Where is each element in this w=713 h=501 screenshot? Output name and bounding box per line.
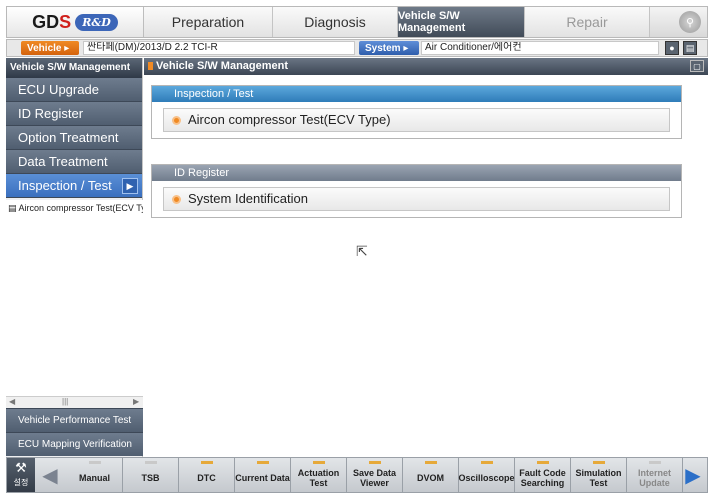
title-marker-icon — [148, 62, 153, 70]
top-navigation-bar: GDS R&D Preparation Diagnosis Vehicle S/… — [6, 6, 708, 38]
sidebar-item-inspection-test[interactable]: Inspection / Test ▶ — [6, 174, 142, 198]
simulation-test-button[interactable]: Simulation Test — [571, 458, 627, 492]
scroll-left-toolbar-icon[interactable]: ◀ — [36, 458, 64, 492]
fault-code-searching-button[interactable]: Fault Code Searching — [515, 458, 571, 492]
sidebar-item-option-treatment[interactable]: Option Treatment — [6, 126, 142, 150]
window-icon[interactable]: ▢ — [690, 60, 704, 72]
horizontal-scrollbar[interactable]: ◀ ||| ▶ — [6, 396, 143, 408]
settings-label: 설정 — [13, 478, 29, 487]
tool-label: Manual — [78, 473, 110, 483]
tool-label: Oscilloscope — [458, 473, 515, 483]
sidebar-footer-label: ECU Mapping Verification — [18, 439, 132, 450]
actuation-test-button[interactable]: Actuation Test — [291, 458, 347, 492]
tsb-button[interactable]: TSB — [123, 458, 179, 492]
vehicle-system-bar: Vehicle ▸ 싼타페(DM)/2013/D 2.2 TCI-R Syste… — [6, 39, 708, 57]
tool-label: Simulation Test — [575, 468, 622, 488]
bottom-toolbar: ⚒ 설정 ◀ Manual TSB DTC Current Data Actua… — [6, 457, 708, 493]
vehicle-button[interactable]: Vehicle ▸ — [21, 41, 79, 55]
sidebar-item-label: Data Treatment — [18, 154, 108, 169]
tool-label: Current Data — [235, 473, 290, 483]
tab-preparation[interactable]: Preparation — [144, 7, 273, 37]
chevron-right-icon: ▶ — [122, 178, 138, 194]
system-identification-button[interactable]: System Identification — [163, 187, 670, 211]
vehicle-field: 싼타페(DM)/2013/D 2.2 TCI-R — [83, 41, 355, 55]
tool-label: Fault Code Searching — [519, 468, 566, 488]
id-register-panel: ID Register System Identification — [151, 164, 682, 218]
main-content: Vehicle S/W Management ▢ Inspection / Te… — [144, 58, 708, 457]
dtc-button[interactable]: DTC — [179, 458, 235, 492]
sidebar-item-vehicle-performance-test[interactable]: Vehicle Performance Test — [6, 408, 143, 432]
sidebar-item-data-treatment[interactable]: Data Treatment — [6, 150, 142, 174]
tree-item[interactable]: ▤ Aircon compressor Test(ECV Type) — [6, 200, 143, 217]
logo-text: GDS — [32, 11, 72, 32]
system-button-label: System — [365, 42, 401, 54]
sidebar-item-label: Option Treatment — [18, 130, 119, 145]
dvom-button[interactable]: DVOM — [403, 458, 459, 492]
scroll-right-icon[interactable]: ▶ — [133, 397, 139, 406]
tool-label: TSB — [141, 473, 160, 483]
mouse-cursor-icon: ⇱ — [356, 243, 368, 259]
sidebar-tree: ▤ Aircon compressor Test(ECV Type) — [6, 200, 143, 396]
tab-repair[interactable]: Repair — [525, 7, 650, 37]
tool-label: Internet Update — [637, 468, 671, 488]
sidebar: Vehicle S/W Management ECU Upgrade ID Re… — [6, 58, 143, 457]
search-icon[interactable]: ⚲ — [679, 11, 701, 33]
tree-item-label: Aircon compressor Test(ECV Type) — [18, 203, 143, 213]
system-field: Air Conditioner/에어컨 — [421, 41, 659, 55]
button-label: System Identification — [188, 191, 308, 206]
sidebar-footer-label: Vehicle Performance Test — [18, 415, 132, 426]
tab-diagnosis[interactable]: Diagnosis — [273, 7, 398, 37]
bullet-icon — [172, 195, 181, 204]
toolbar-tools: Manual TSB DTC Current Data Actuation Te… — [67, 458, 683, 492]
sidebar-item-label: ID Register — [18, 106, 84, 121]
vehicle-button-label: Vehicle — [27, 42, 62, 54]
internet-update-button[interactable]: Internet Update — [627, 458, 683, 492]
tool-label: DTC — [197, 473, 216, 483]
sidebar-item-ecu-mapping-verification[interactable]: ECU Mapping Verification — [6, 432, 143, 456]
sidebar-item-ecu-upgrade[interactable]: ECU Upgrade — [6, 78, 142, 102]
system-button[interactable]: System ▸ — [359, 41, 419, 55]
scroll-left-icon[interactable]: ◀ — [9, 397, 15, 406]
panel-header: ID Register — [152, 165, 681, 181]
button-label: Aircon compressor Test(ECV Type) — [188, 112, 391, 127]
sidebar-item-label: Inspection / Test — [18, 178, 112, 193]
document-icon[interactable]: ▤ — [683, 41, 697, 55]
aircon-compressor-test-button[interactable]: Aircon compressor Test(ECV Type) — [163, 108, 670, 132]
save-data-viewer-button[interactable]: Save Data Viewer — [347, 458, 403, 492]
camera-icon[interactable]: ● — [665, 41, 679, 55]
current-data-button[interactable]: Current Data — [235, 458, 291, 492]
tool-label: DVOM — [417, 473, 444, 483]
bullet-icon — [172, 116, 181, 125]
list-icon: ▤ — [8, 203, 17, 213]
rnd-badge: R&D — [75, 13, 118, 31]
sidebar-title: Vehicle S/W Management — [6, 58, 142, 78]
tool-label: Actuation Test — [297, 468, 340, 488]
sidebar-item-label: ECU Upgrade — [18, 82, 99, 97]
scroll-right-toolbar-icon[interactable]: ▶ — [679, 458, 707, 492]
manual-button[interactable]: Manual — [67, 458, 123, 492]
tab-vehicle-sw-management[interactable]: Vehicle S/W Management — [398, 7, 525, 37]
main-tabs: Preparation Diagnosis Vehicle S/W Manage… — [144, 7, 650, 37]
gds-logo: GDS R&D — [7, 7, 144, 37]
settings-button[interactable]: ⚒ 설정 — [7, 458, 35, 492]
tool-label: Save Data Viewer — [352, 468, 397, 488]
panel-header: Inspection / Test — [152, 86, 681, 102]
oscilloscope-button[interactable]: Oscilloscope — [458, 458, 515, 492]
main-title-bar: Vehicle S/W Management ▢ — [144, 58, 708, 75]
tools-icon: ⚒ — [15, 460, 27, 475]
sidebar-item-id-register[interactable]: ID Register — [6, 102, 142, 126]
scroll-thumb-icon[interactable]: ||| — [62, 397, 68, 406]
inspection-test-panel: Inspection / Test Aircon compressor Test… — [151, 85, 682, 139]
page-title: Vehicle S/W Management — [156, 60, 289, 72]
